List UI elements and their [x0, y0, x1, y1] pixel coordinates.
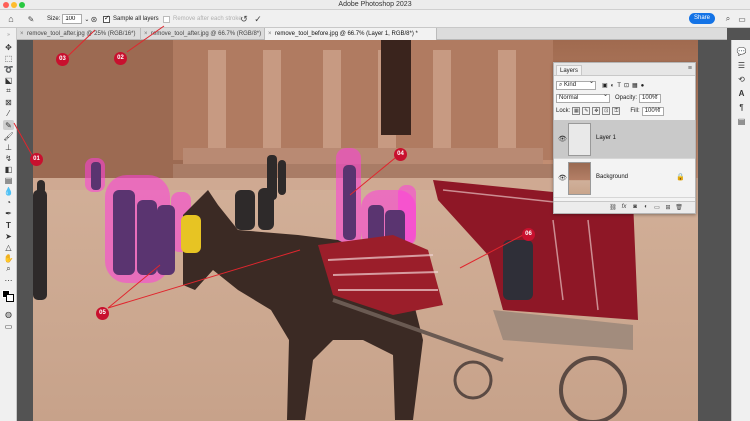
blend-mode-select[interactable]: Normal [556, 92, 610, 103]
layer-row-layer-1[interactable]: 👁 Layer 1 [554, 120, 695, 159]
right-panel-strip: 💬 ☰ ⟲ A ¶ ▤ [731, 40, 750, 421]
callout-03: 03 [56, 53, 69, 66]
character-icon[interactable]: A [736, 88, 747, 99]
comments-icon[interactable]: 💬 [736, 46, 747, 57]
layer-thumbnail [568, 123, 591, 156]
lock-label: Lock: [556, 108, 571, 114]
lock-artboard-icon[interactable]: ⊡ [602, 107, 611, 115]
panel-menu-icon[interactable]: ≡ [688, 65, 692, 72]
mask-icon[interactable]: ◙ [631, 204, 639, 210]
callout-04: 04 [394, 148, 407, 161]
layer-name: Background [596, 174, 629, 180]
callout-05: 05 [96, 307, 109, 320]
eye-icon[interactable]: 👁 [558, 174, 567, 182]
layers-tab[interactable]: Layers [556, 65, 583, 75]
fx-icon[interactable]: fx [620, 204, 628, 210]
layer-filter-row: ⌕ Kind ▣◐T⊡▦● [556, 79, 647, 90]
new-layer-icon[interactable]: ⊞ [664, 204, 672, 211]
layers-panel-header: Layers ≡ [554, 63, 695, 76]
lock-icon: 🔒 [676, 174, 685, 181]
trash-icon[interactable]: 🗑 [675, 204, 683, 211]
adjustment-icon[interactable]: ◐ [642, 204, 650, 210]
lock-all-icon[interactable]: ⚿ [612, 107, 621, 115]
layer-thumbnail [568, 162, 591, 195]
adjustments-icon[interactable]: ☰ [736, 60, 747, 71]
fill-input[interactable]: 100% [641, 105, 664, 116]
layers-panel: Layers ≡ ⌕ Kind ▣◐T⊡▦● Normal Opacity: 1… [553, 62, 696, 214]
opacity-label: Opacity: [615, 95, 638, 101]
group-icon[interactable]: ▭ [653, 204, 661, 211]
callout-02: 02 [114, 52, 127, 65]
filter-icons[interactable]: ▣◐T⊡▦● [602, 82, 647, 89]
opacity-input[interactable]: 100% [639, 92, 662, 103]
layer-row-background[interactable]: 👁 Background 🔒 [554, 159, 695, 198]
history-icon[interactable]: ⟲ [736, 74, 747, 85]
lock-transparency-icon[interactable]: ▦ [572, 107, 581, 115]
link-icon[interactable]: ⛓ [609, 204, 617, 211]
callout-01: 01 [30, 153, 43, 166]
lock-pixels-icon[interactable]: ✎ [582, 107, 591, 115]
lock-fill-row: Lock: ▦ ✎ ✥ ⊡ ⚿ Fill: 100% [556, 105, 664, 116]
paragraph-icon[interactable]: ¶ [736, 102, 747, 113]
lock-position-icon[interactable]: ✥ [592, 107, 601, 115]
filter-kind-select[interactable]: ⌕ Kind [556, 79, 596, 90]
eye-icon[interactable]: 👁 [558, 135, 567, 143]
blend-opacity-row: Normal Opacity: 100% [556, 92, 662, 103]
fill-label: Fill: [630, 108, 640, 114]
layers-panel-footer: ⛓ fx ◙ ◐ ▭ ⊞ 🗑 [554, 201, 695, 213]
callout-06: 06 [522, 228, 535, 241]
glyphs-icon[interactable]: ▤ [736, 116, 747, 127]
layer-name: Layer 1 [596, 135, 617, 141]
